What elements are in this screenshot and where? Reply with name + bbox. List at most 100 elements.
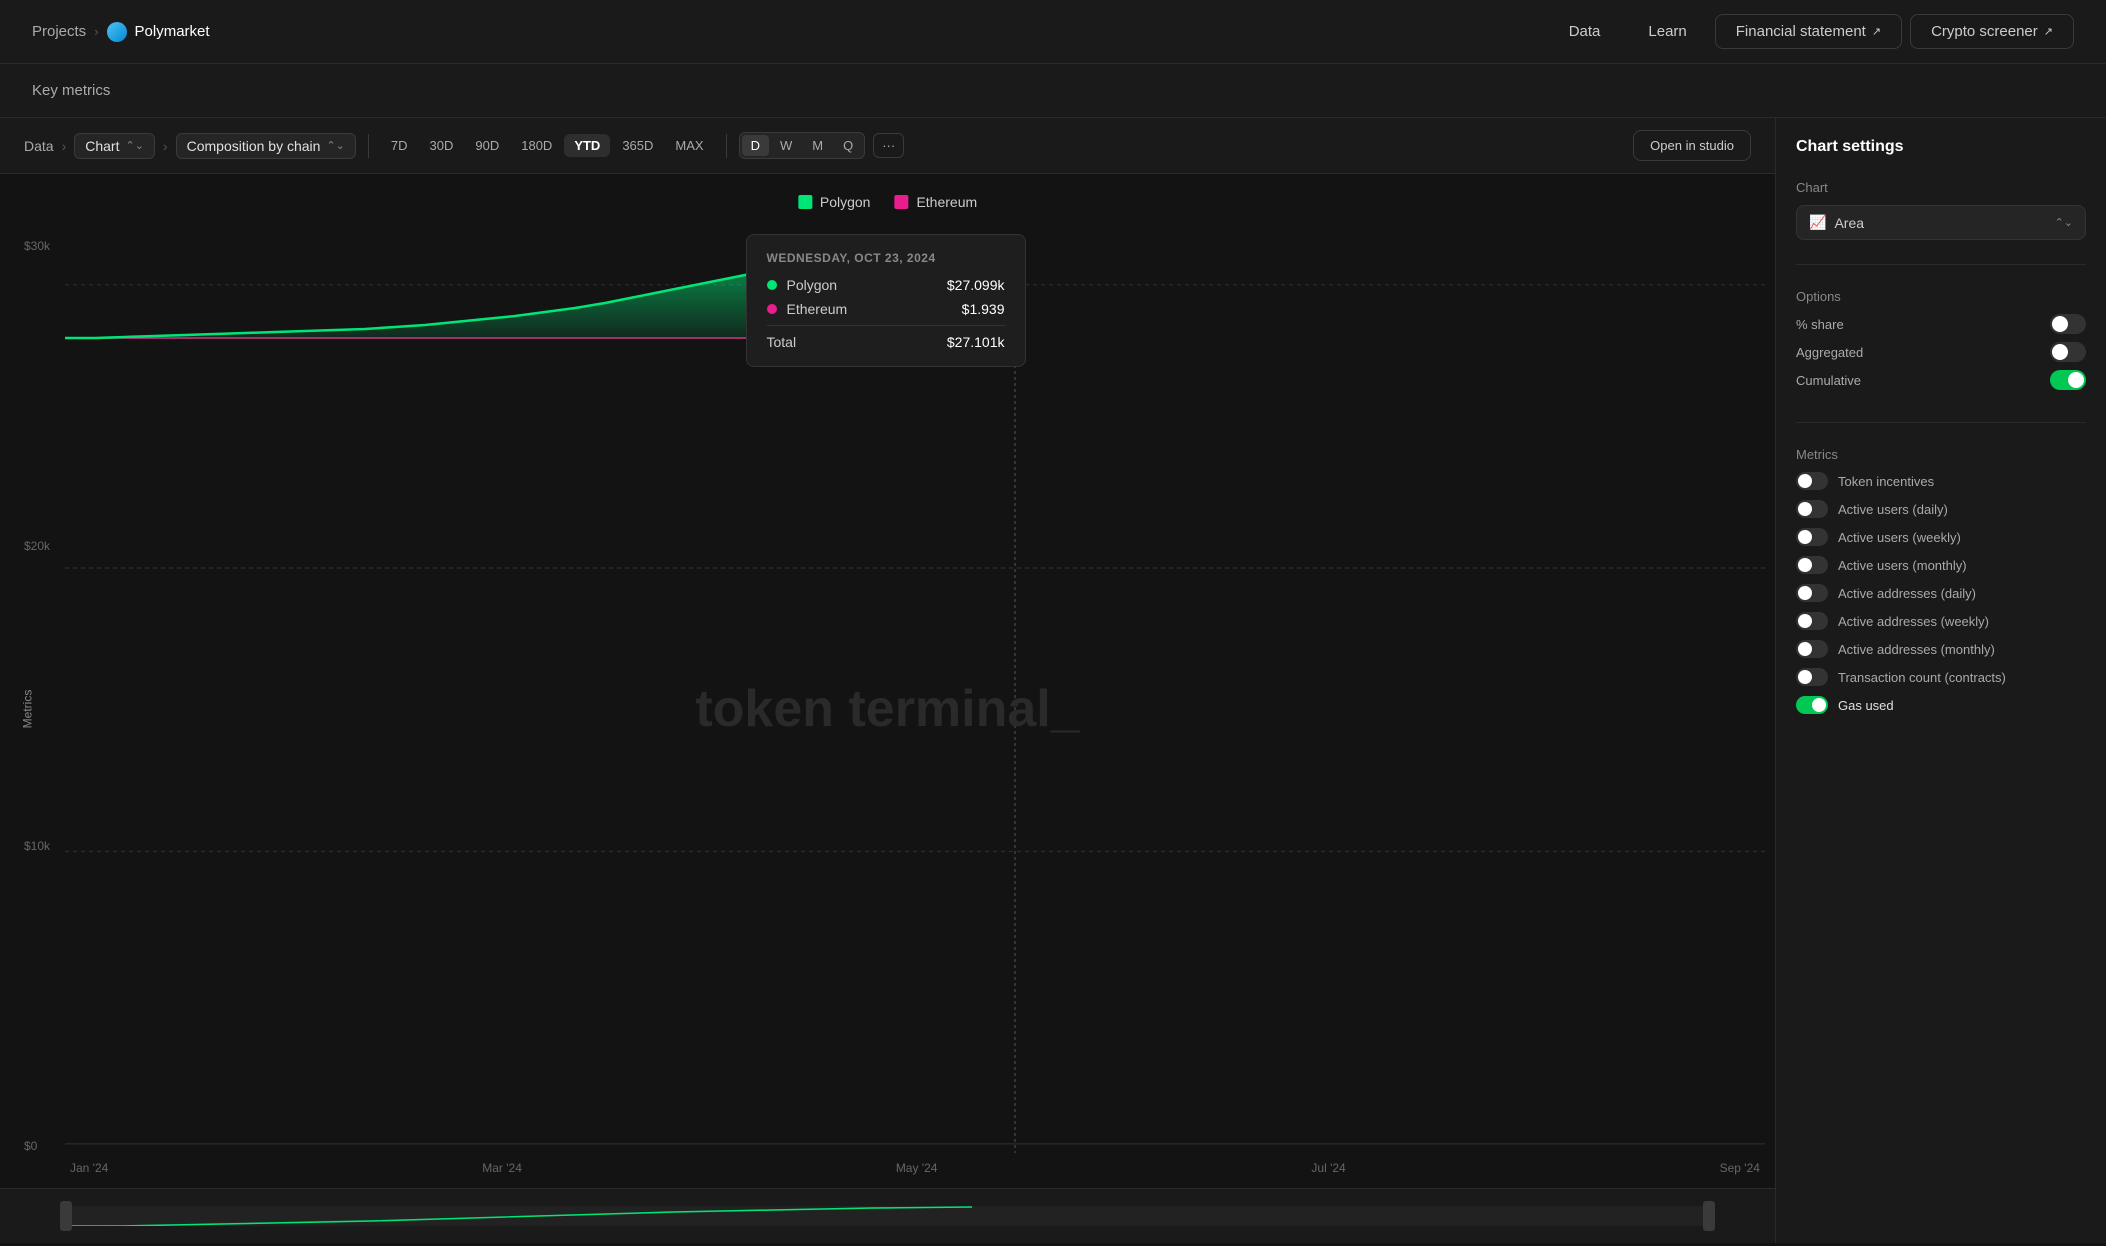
time-ytd[interactable]: YTD: [564, 134, 610, 157]
active-users-monthly-toggle[interactable]: [1796, 556, 1828, 574]
metric-active-users-daily: Active users (daily): [1796, 500, 2086, 518]
key-metrics-label: Key metrics: [32, 82, 110, 99]
nav-right: Data Learn Financial statement ↗ Crypto …: [1549, 14, 2074, 49]
aggregated-toggle[interactable]: [2050, 342, 2086, 362]
options-label: Options: [1796, 289, 2086, 304]
toolbar-sep-2: ›: [163, 138, 168, 154]
gran-m[interactable]: M: [803, 135, 832, 156]
x-axis: Jan '24 Mar '24 May '24 Jul '24 Sep '24: [70, 1161, 1760, 1175]
transaction-count-toggle[interactable]: [1796, 668, 1828, 686]
time-180d[interactable]: 180D: [511, 134, 562, 157]
external-link-icon-2: ↗: [2044, 25, 2053, 38]
section-divider-1: [1796, 264, 2086, 265]
legend-ethereum: Ethereum: [894, 194, 977, 210]
toolbar-data-label: Data: [24, 138, 54, 154]
right-panel: Chart settings Chart 📈 Area ⌃⌄ Options %…: [1776, 118, 2106, 1243]
polygon-label: Polygon: [820, 194, 871, 210]
tooltip-total-label: Total: [767, 334, 797, 350]
y-tick-30k: $30k: [24, 239, 50, 253]
active-addresses-weekly-toggle[interactable]: [1796, 612, 1828, 630]
cumulative-label: Cumulative: [1796, 373, 1861, 388]
y-axis-label: Metrics: [20, 689, 34, 728]
learn-button[interactable]: Learn: [1628, 15, 1706, 48]
nav-handle-right[interactable]: [1703, 1201, 1715, 1231]
section-divider-2: [1796, 422, 2086, 423]
y-tick-0: $0: [24, 1139, 50, 1153]
active-addresses-daily-toggle[interactable]: [1796, 584, 1828, 602]
financial-statement-button[interactable]: Financial statement ↗: [1715, 14, 1902, 49]
percent-share-toggle[interactable]: [2050, 314, 2086, 334]
chart-select-label: Chart: [85, 138, 119, 154]
time-30d[interactable]: 30D: [420, 134, 464, 157]
tooltip-ethereum-value: $1.939: [962, 301, 1005, 317]
options-section: Options % share Aggregated Cumulative: [1796, 289, 2086, 398]
metric-active-users-weekly: Active users (weekly): [1796, 528, 2086, 546]
polymarket-icon: [107, 22, 127, 42]
time-7d[interactable]: 7D: [381, 134, 418, 157]
token-incentives-toggle[interactable]: [1796, 472, 1828, 490]
aggregated-label: Aggregated: [1796, 345, 1863, 360]
tooltip-total-value: $27.101k: [947, 334, 1005, 350]
gran-w[interactable]: W: [771, 135, 801, 156]
active-users-daily-toggle[interactable]: [1796, 500, 1828, 518]
active-users-weekly-label: Active users (weekly): [1838, 530, 2086, 545]
panel-title: Chart settings: [1796, 138, 2086, 156]
more-options-button[interactable]: ···: [873, 133, 904, 158]
metric-active-addresses-weekly: Active addresses (weekly): [1796, 612, 2086, 630]
x-tick-jan: Jan '24: [70, 1161, 108, 1175]
toolbar-divider-1: [368, 134, 369, 158]
chart-tooltip: WEDNESDAY, OCT 23, 2024 Polygon $27.099k…: [746, 234, 1026, 367]
time-max[interactable]: MAX: [665, 134, 713, 157]
dropdown-arrow-icon: ⌃⌄: [2055, 216, 2073, 229]
metric-token-incentives: Token incentives: [1796, 472, 2086, 490]
chart-type-left: 📈 Area: [1809, 214, 1864, 231]
tooltip-divider: [767, 325, 1005, 326]
chart-section: Data › Chart ⌃⌄ › Composition by chain ⌃…: [0, 118, 1776, 1243]
active-users-daily-label: Active users (daily): [1838, 502, 2086, 517]
gran-d[interactable]: D: [742, 135, 769, 156]
tooltip-polygon-dot: [767, 280, 777, 290]
percent-share-label: % share: [1796, 317, 1844, 332]
legend-polygon: Polygon: [798, 194, 871, 210]
toolbar-divider-2: [726, 134, 727, 158]
chart-type-select[interactable]: Chart ⌃⌄: [74, 133, 155, 159]
polymarket-breadcrumb: Polymarket: [107, 22, 210, 42]
area-chart-icon: 📈: [1809, 214, 1826, 231]
crypto-screener-button[interactable]: Crypto screener ↗: [1910, 14, 2074, 49]
chart-type-label: Area: [1834, 215, 1864, 231]
projects-link[interactable]: Projects: [32, 23, 86, 40]
gas-used-toggle[interactable]: [1796, 696, 1828, 714]
token-incentives-label: Token incentives: [1838, 474, 2086, 489]
composition-arrow: ⌃⌄: [326, 139, 344, 152]
tooltip-polygon-label: Polygon: [787, 277, 937, 293]
percent-share-row: % share: [1796, 314, 2086, 334]
open-in-studio-button[interactable]: Open in studio: [1633, 130, 1751, 161]
x-tick-may: May '24: [896, 1161, 938, 1175]
tooltip-polygon-value: $27.099k: [947, 277, 1005, 293]
time-90d[interactable]: 90D: [465, 134, 509, 157]
active-addresses-monthly-toggle[interactable]: [1796, 640, 1828, 658]
nav-handle-left[interactable]: [60, 1201, 72, 1231]
chart-type-dropdown[interactable]: 📈 Area ⌃⌄: [1796, 205, 2086, 240]
ethereum-color-swatch: [894, 195, 908, 209]
cumulative-toggle[interactable]: [2050, 370, 2086, 390]
active-addresses-daily-label: Active addresses (daily): [1838, 586, 2086, 601]
data-button[interactable]: Data: [1549, 15, 1621, 48]
gran-q[interactable]: Q: [834, 135, 862, 156]
chart-svg: [65, 239, 1765, 1153]
composition-select[interactable]: Composition by chain ⌃⌄: [176, 133, 356, 159]
chart-type-section: Chart 📈 Area ⌃⌄: [1796, 180, 2086, 240]
x-tick-sep: Sep '24: [1720, 1161, 1760, 1175]
top-navigation: Projects › Polymarket Data Learn Financi…: [0, 0, 2106, 64]
nav-track[interactable]: [72, 1206, 1703, 1226]
active-users-weekly-toggle[interactable]: [1796, 528, 1828, 546]
active-addresses-weekly-label: Active addresses (weekly): [1838, 614, 2086, 629]
time-365d[interactable]: 365D: [612, 134, 663, 157]
key-metrics-bar: Key metrics: [0, 64, 2106, 118]
x-tick-jul: Jul '24: [1311, 1161, 1345, 1175]
tooltip-ethereum-row: Ethereum $1.939: [767, 301, 1005, 317]
tooltip-ethereum-dot: [767, 304, 777, 314]
metric-active-users-monthly: Active users (monthly): [1796, 556, 2086, 574]
nav-mini-chart: [72, 1206, 1703, 1226]
metrics-label: Metrics: [1796, 447, 2086, 462]
